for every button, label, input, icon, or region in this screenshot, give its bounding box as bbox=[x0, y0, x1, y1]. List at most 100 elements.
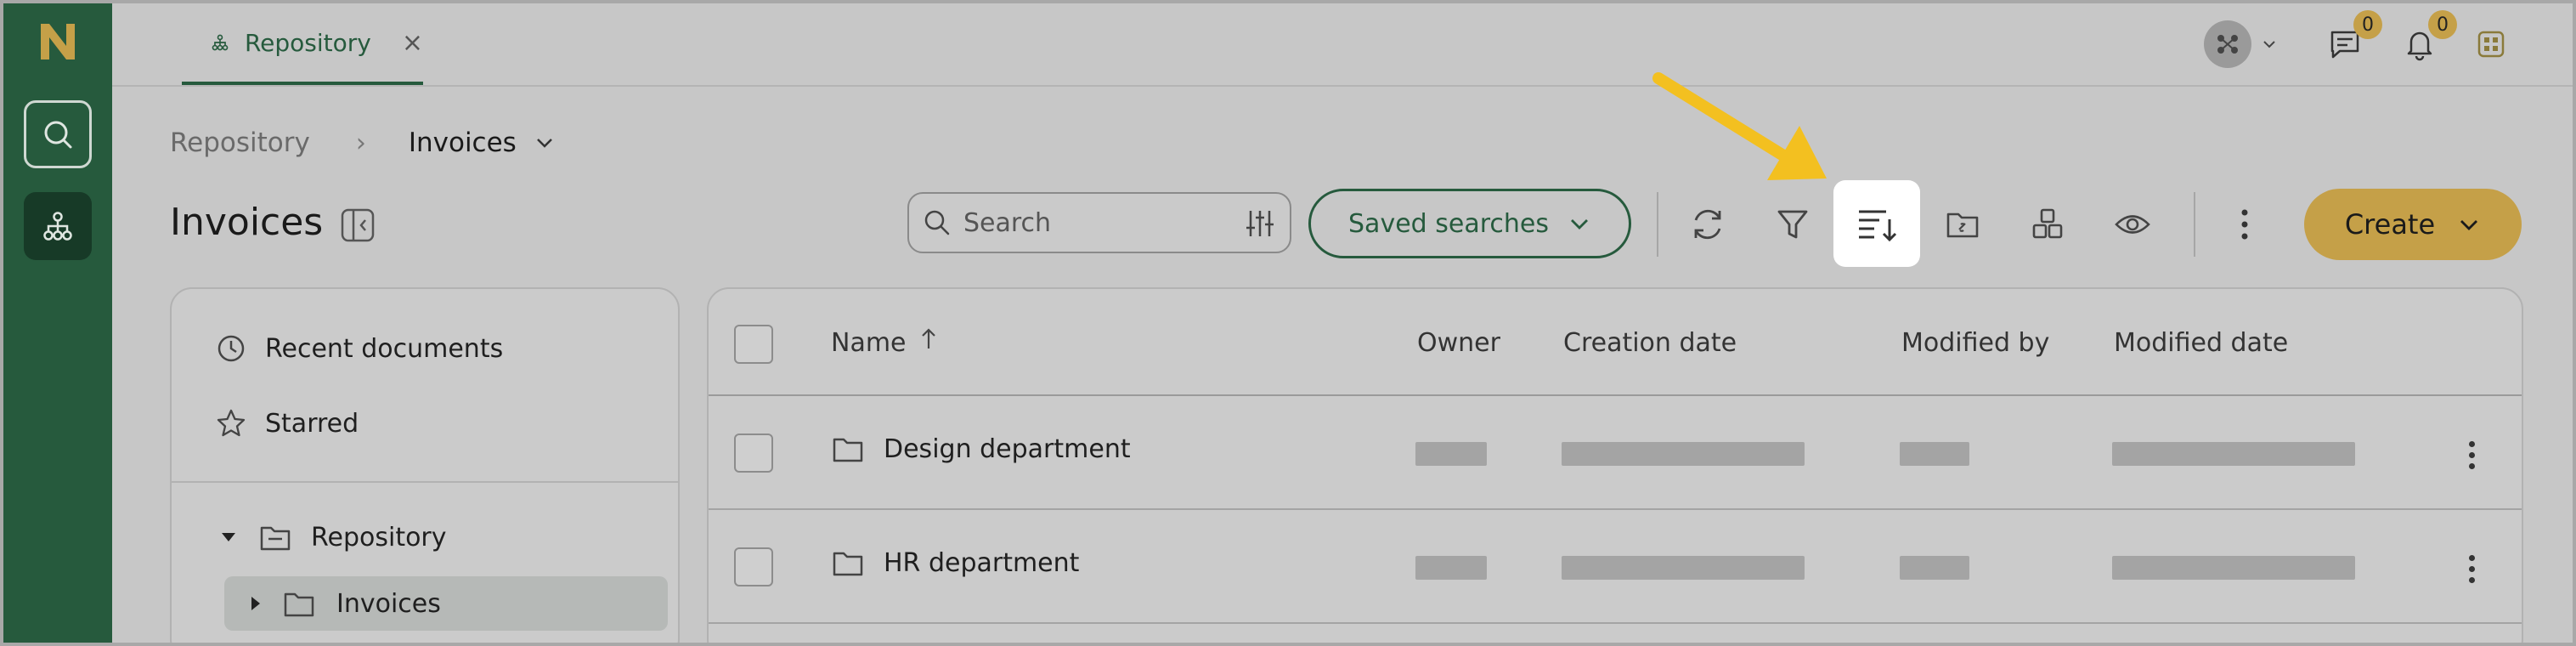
row-name: Design department bbox=[884, 434, 1131, 464]
table-row[interactable]: HR department bbox=[709, 510, 2522, 624]
column-header-creation-date[interactable]: Creation date bbox=[1563, 328, 1737, 358]
search-input[interactable] bbox=[963, 207, 1227, 238]
folder-icon bbox=[284, 592, 314, 617]
row-name-cell[interactable]: Design department bbox=[831, 432, 1131, 466]
preview-button[interactable] bbox=[2099, 190, 2166, 258]
tab-label: Repository bbox=[244, 28, 371, 57]
apps-grid-icon bbox=[2477, 31, 2505, 58]
clock-icon bbox=[217, 335, 245, 362]
saved-searches-label: Saved searches bbox=[1348, 208, 1549, 239]
hierarchy-icon bbox=[43, 212, 72, 241]
filter-button[interactable] bbox=[1759, 190, 1827, 258]
chevron-down-icon bbox=[1570, 219, 1588, 230]
notifications-badge: 0 bbox=[2428, 10, 2457, 39]
page-title: Invoices bbox=[170, 201, 324, 244]
tree-node-label: Repository bbox=[311, 522, 447, 552]
column-header-name[interactable]: Name bbox=[831, 327, 939, 358]
filter-icon bbox=[1777, 210, 1808, 239]
sort-button[interactable] bbox=[1833, 180, 1920, 267]
rail-repository-button[interactable] bbox=[24, 192, 92, 260]
recent-documents-link[interactable]: Recent documents bbox=[216, 333, 503, 364]
row-name: HR department bbox=[884, 547, 1080, 578]
breadcrumb-separator: › bbox=[355, 128, 366, 158]
linked-folder-button[interactable] bbox=[1929, 190, 1997, 258]
breadcrumb-repository-link[interactable]: Repository bbox=[170, 128, 310, 158]
eye-icon bbox=[2115, 215, 2150, 234]
starred-link[interactable]: Starred bbox=[216, 408, 359, 439]
chevron-down-icon[interactable] bbox=[534, 132, 556, 154]
starred-label: Starred bbox=[265, 408, 359, 439]
panel-divider bbox=[172, 481, 678, 483]
sidebar-collapse-icon[interactable] bbox=[340, 207, 376, 243]
sort-icon bbox=[1859, 210, 1897, 242]
toolbar-divider bbox=[2194, 192, 2195, 257]
tree-node-invoices[interactable]: Invoices bbox=[224, 576, 668, 631]
row-checkbox[interactable] bbox=[734, 434, 773, 473]
more-vertical-icon bbox=[2241, 209, 2248, 240]
select-all-checkbox[interactable] bbox=[734, 325, 773, 364]
search-icon bbox=[44, 121, 72, 149]
documents-table: Name Owner Creation date Modified by Mod… bbox=[707, 287, 2523, 643]
create-button[interactable]: Create bbox=[2304, 189, 2522, 260]
table-row[interactable]: Design department bbox=[709, 396, 2522, 510]
navigation-panel: Recent documents Starred Repository Invo… bbox=[170, 287, 680, 643]
grid-icon bbox=[2032, 208, 2063, 239]
recent-documents-label: Recent documents bbox=[265, 333, 504, 364]
apps-button[interactable] bbox=[2466, 19, 2517, 70]
tree-node-label: Invoices bbox=[336, 588, 441, 619]
chevron-down-icon bbox=[2263, 41, 2275, 48]
row-name-cell[interactable]: HR department bbox=[831, 546, 1079, 580]
caret-right-icon[interactable] bbox=[246, 594, 265, 613]
redacted-modified-date bbox=[2112, 556, 2355, 580]
app-frame: Repository × 0 0 Repository › Invoices I… bbox=[0, 0, 2576, 646]
folder-link-icon bbox=[1946, 212, 1979, 238]
redacted-creation-date bbox=[1562, 556, 1805, 580]
caret-down-icon[interactable] bbox=[219, 528, 238, 547]
tree-node-repository[interactable]: Repository bbox=[219, 520, 447, 554]
row-more-icon[interactable] bbox=[2467, 552, 2476, 586]
nav-rail bbox=[3, 3, 112, 643]
avatar bbox=[2204, 20, 2251, 68]
annotation-arrow-icon bbox=[1652, 72, 1827, 180]
app-logo-icon bbox=[41, 24, 75, 60]
refresh-icon bbox=[1694, 209, 1721, 240]
folder-icon bbox=[833, 438, 863, 462]
redacted-modified-date bbox=[2112, 442, 2355, 466]
redacted-owner bbox=[1415, 442, 1487, 466]
more-actions-button[interactable] bbox=[2211, 190, 2279, 258]
breadcrumb: Repository › Invoices bbox=[170, 128, 556, 158]
redacted-creation-date bbox=[1562, 442, 1805, 466]
star-icon bbox=[217, 409, 246, 437]
toolbar-divider bbox=[1657, 192, 1658, 257]
search-box[interactable] bbox=[907, 192, 1291, 253]
search-options-icon[interactable] bbox=[1244, 207, 1276, 240]
refresh-button[interactable] bbox=[1674, 190, 1742, 258]
redacted-modified-by bbox=[1900, 442, 1969, 466]
column-header-modified-by[interactable]: Modified by bbox=[1901, 328, 2049, 358]
create-label: Create bbox=[2344, 208, 2436, 241]
folder-icon bbox=[833, 552, 863, 576]
messages-badge: 0 bbox=[2353, 10, 2382, 39]
workspace-switcher[interactable] bbox=[2202, 19, 2279, 70]
redacted-owner bbox=[1415, 556, 1487, 580]
messages-button[interactable]: 0 bbox=[2319, 10, 2382, 70]
column-header-owner[interactable]: Owner bbox=[1417, 328, 1500, 358]
search-icon bbox=[924, 210, 950, 235]
notifications-button[interactable]: 0 bbox=[2394, 10, 2457, 70]
breadcrumb-current[interactable]: Invoices bbox=[409, 128, 517, 158]
redacted-modified-by bbox=[1900, 556, 1969, 580]
layout-button[interactable] bbox=[2014, 190, 2082, 258]
column-header-modified-date[interactable]: Modified date bbox=[2114, 328, 2288, 358]
tab-close-button[interactable]: × bbox=[402, 28, 423, 58]
tab-repository[interactable]: Repository × bbox=[182, 3, 423, 85]
saved-searches-button[interactable]: Saved searches bbox=[1308, 189, 1631, 258]
network-icon bbox=[2217, 35, 2238, 54]
top-bar: Repository × 0 0 bbox=[112, 3, 2573, 87]
hierarchy-icon bbox=[212, 34, 229, 51]
folder-open-icon bbox=[260, 526, 291, 551]
arrow-up-icon bbox=[921, 327, 935, 348]
chevron-down-icon bbox=[2460, 220, 2478, 230]
rail-search-button[interactable] bbox=[24, 100, 92, 168]
row-more-icon[interactable] bbox=[2467, 439, 2476, 472]
row-checkbox[interactable] bbox=[734, 547, 773, 586]
